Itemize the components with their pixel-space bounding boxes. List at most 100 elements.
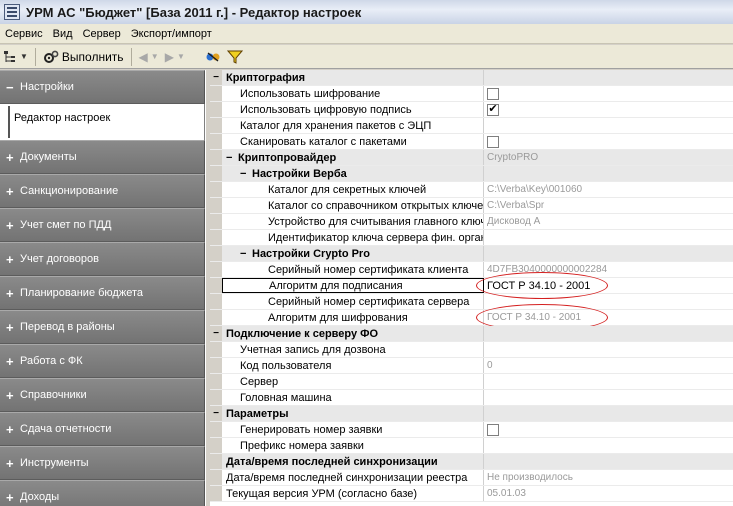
- property-category[interactable]: − Криптопровайдер CryptoPRO: [210, 150, 733, 166]
- property-value[interactable]: C:\Verba\Key\001060: [484, 182, 733, 197]
- collapse-icon[interactable]: −: [210, 406, 222, 421]
- property-row[interactable]: Дата/время последней синхронизации реест…: [210, 470, 733, 486]
- property-value[interactable]: 0: [484, 358, 733, 373]
- property-row[interactable]: Сканировать каталог с пакетами: [210, 134, 733, 150]
- forward-button[interactable]: ▶ ▼: [162, 47, 188, 67]
- property-value[interactable]: ГОСТ Р 34.10 - 2001: [484, 278, 733, 293]
- property-row[interactable]: Каталог для секретных ключей C:\Verba\Key…: [210, 182, 733, 198]
- property-value[interactable]: Не производилось: [484, 470, 733, 485]
- property-name-text: Алгоритм для шифрования: [268, 311, 408, 324]
- property-row[interactable]: Каталог со справочником открытых ключей C…: [210, 198, 733, 214]
- nav-section-settings[interactable]: − Настройки: [0, 70, 205, 104]
- property-row[interactable]: Идентификатор ключа сервера фин. органа: [210, 230, 733, 246]
- window-title: УРМ АС "Бюджет" [База 2011 г.] - Редакто…: [26, 4, 362, 20]
- nav-item-settings-editor[interactable]: Редактор настроек: [8, 106, 114, 138]
- execute-button[interactable]: Выполнить: [40, 47, 127, 67]
- property-value[interactable]: [484, 422, 733, 437]
- property-category[interactable]: Дата/время последней синхронизации: [210, 454, 733, 470]
- property-row[interactable]: Устройство для считывания главного ключа…: [210, 214, 733, 230]
- menu-service[interactable]: Сервис: [0, 28, 48, 40]
- nav-section[interactable]: + Санкционирование: [0, 174, 205, 208]
- chevron-down-icon[interactable]: ▼: [177, 52, 185, 61]
- property-row[interactable]: Учетная запись для дозвона: [210, 342, 733, 358]
- property-value[interactable]: [484, 86, 733, 101]
- nav-section[interactable]: + Перевод в районы: [0, 310, 205, 344]
- property-value[interactable]: [484, 374, 733, 389]
- checkbox[interactable]: [487, 135, 499, 148]
- property-row[interactable]: Использовать шифрование: [210, 86, 733, 102]
- checkbox[interactable]: [487, 423, 499, 436]
- property-value[interactable]: [484, 246, 733, 261]
- property-row[interactable]: Алгоритм для шифрования ГОСТ Р 34.10 - 20…: [210, 304, 733, 331]
- collapse-icon[interactable]: −: [240, 168, 252, 180]
- property-row[interactable]: Код пользователя 0: [210, 358, 733, 374]
- property-value[interactable]: [484, 438, 733, 453]
- property-value[interactable]: [484, 294, 733, 309]
- collapse-icon[interactable]: −: [226, 152, 238, 164]
- property-category[interactable]: − Настройки Crypto Pro: [210, 246, 733, 262]
- row-gutter: [210, 486, 222, 501]
- property-row[interactable]: Головная машина: [210, 390, 733, 406]
- tree-view-button[interactable]: ▼: [0, 47, 31, 67]
- property-value[interactable]: C:\Verba\Spr: [484, 198, 733, 213]
- menu-export-import[interactable]: Экспорт/импорт: [126, 28, 217, 40]
- nav-section[interactable]: + Инструменты: [0, 446, 205, 480]
- property-name-text: Код пользователя: [240, 359, 332, 372]
- property-category[interactable]: − Параметры: [210, 406, 733, 422]
- collapse-icon[interactable]: [210, 246, 222, 261]
- nav-section[interactable]: + Документы: [0, 140, 205, 174]
- property-row[interactable]: Использовать цифровую подпись ✔: [210, 102, 733, 118]
- property-row[interactable]: Серийный номер сертификата клиента 4D7FB3…: [210, 262, 733, 278]
- property-value[interactable]: [484, 134, 733, 149]
- collapse-icon[interactable]: −: [210, 70, 222, 85]
- chevron-down-icon[interactable]: ▼: [151, 52, 159, 61]
- filter-button[interactable]: [224, 47, 246, 67]
- property-value[interactable]: [484, 390, 733, 405]
- checkbox[interactable]: [487, 87, 499, 100]
- connect-button[interactable]: [202, 47, 224, 67]
- property-value[interactable]: Дисковод А: [484, 214, 733, 229]
- property-row[interactable]: Серийный номер сертификата сервера: [210, 294, 733, 310]
- nav-section[interactable]: + Учет договоров: [0, 242, 205, 276]
- property-value[interactable]: [484, 454, 733, 469]
- property-value[interactable]: [484, 326, 733, 341]
- property-value[interactable]: [484, 166, 733, 181]
- property-value[interactable]: [484, 342, 733, 357]
- property-category[interactable]: − Подключение к серверу ФО: [210, 326, 733, 342]
- menu-view[interactable]: Вид: [48, 28, 78, 40]
- nav-section[interactable]: + Сдача отчетности: [0, 412, 205, 446]
- property-value[interactable]: CryptoPRO: [484, 150, 733, 165]
- checkbox[interactable]: ✔: [487, 103, 499, 116]
- menu-server[interactable]: Сервер: [78, 28, 126, 40]
- property-value[interactable]: ГОСТ Р 34.10 - 2001: [484, 310, 733, 325]
- property-value[interactable]: [484, 70, 733, 85]
- property-category[interactable]: − Настройки Верба: [210, 166, 733, 182]
- property-name-text: Серийный номер сертификата клиента: [268, 263, 469, 276]
- property-row[interactable]: Генерировать номер заявки: [210, 422, 733, 438]
- property-row[interactable]: Сервер: [210, 374, 733, 390]
- property-row[interactable]: Текущая версия УРМ (согласно базе) 05.01.…: [210, 486, 733, 502]
- property-name: Каталог для хранения пакетов с ЭЦП: [222, 118, 484, 133]
- property-row[interactable]: Алгоритм для подписания ГОСТ Р 34.10 - 20…: [210, 272, 733, 299]
- property-row[interactable]: Каталог для хранения пакетов с ЭЦП: [210, 118, 733, 134]
- property-value[interactable]: [484, 118, 733, 133]
- property-row[interactable]: Префикс номера заявки: [210, 438, 733, 454]
- collapse-icon[interactable]: [210, 166, 222, 181]
- property-value[interactable]: 05.01.03: [484, 486, 733, 501]
- nav-section[interactable]: + Планирование бюджета: [0, 276, 205, 310]
- chevron-down-icon[interactable]: ▼: [20, 52, 28, 61]
- nav-section[interactable]: + Работа с ФК: [0, 344, 205, 378]
- collapse-icon[interactable]: −: [240, 248, 252, 260]
- nav-section[interactable]: + Справочники: [0, 378, 205, 412]
- nav-section[interactable]: + Учет смет по ПДД: [0, 208, 205, 242]
- property-value[interactable]: [484, 230, 733, 245]
- nav-section[interactable]: + Доходы: [0, 480, 205, 506]
- nav-subitems: Редактор настроек: [0, 104, 205, 140]
- property-value[interactable]: [484, 406, 733, 421]
- property-value[interactable]: 4D7FB3040000000002284: [484, 262, 733, 277]
- collapse-icon[interactable]: [210, 150, 222, 165]
- collapse-icon[interactable]: −: [210, 326, 222, 341]
- property-category[interactable]: − Криптография: [210, 70, 733, 86]
- back-button[interactable]: ◀ ▼: [136, 47, 162, 67]
- property-value[interactable]: ✔: [484, 102, 733, 117]
